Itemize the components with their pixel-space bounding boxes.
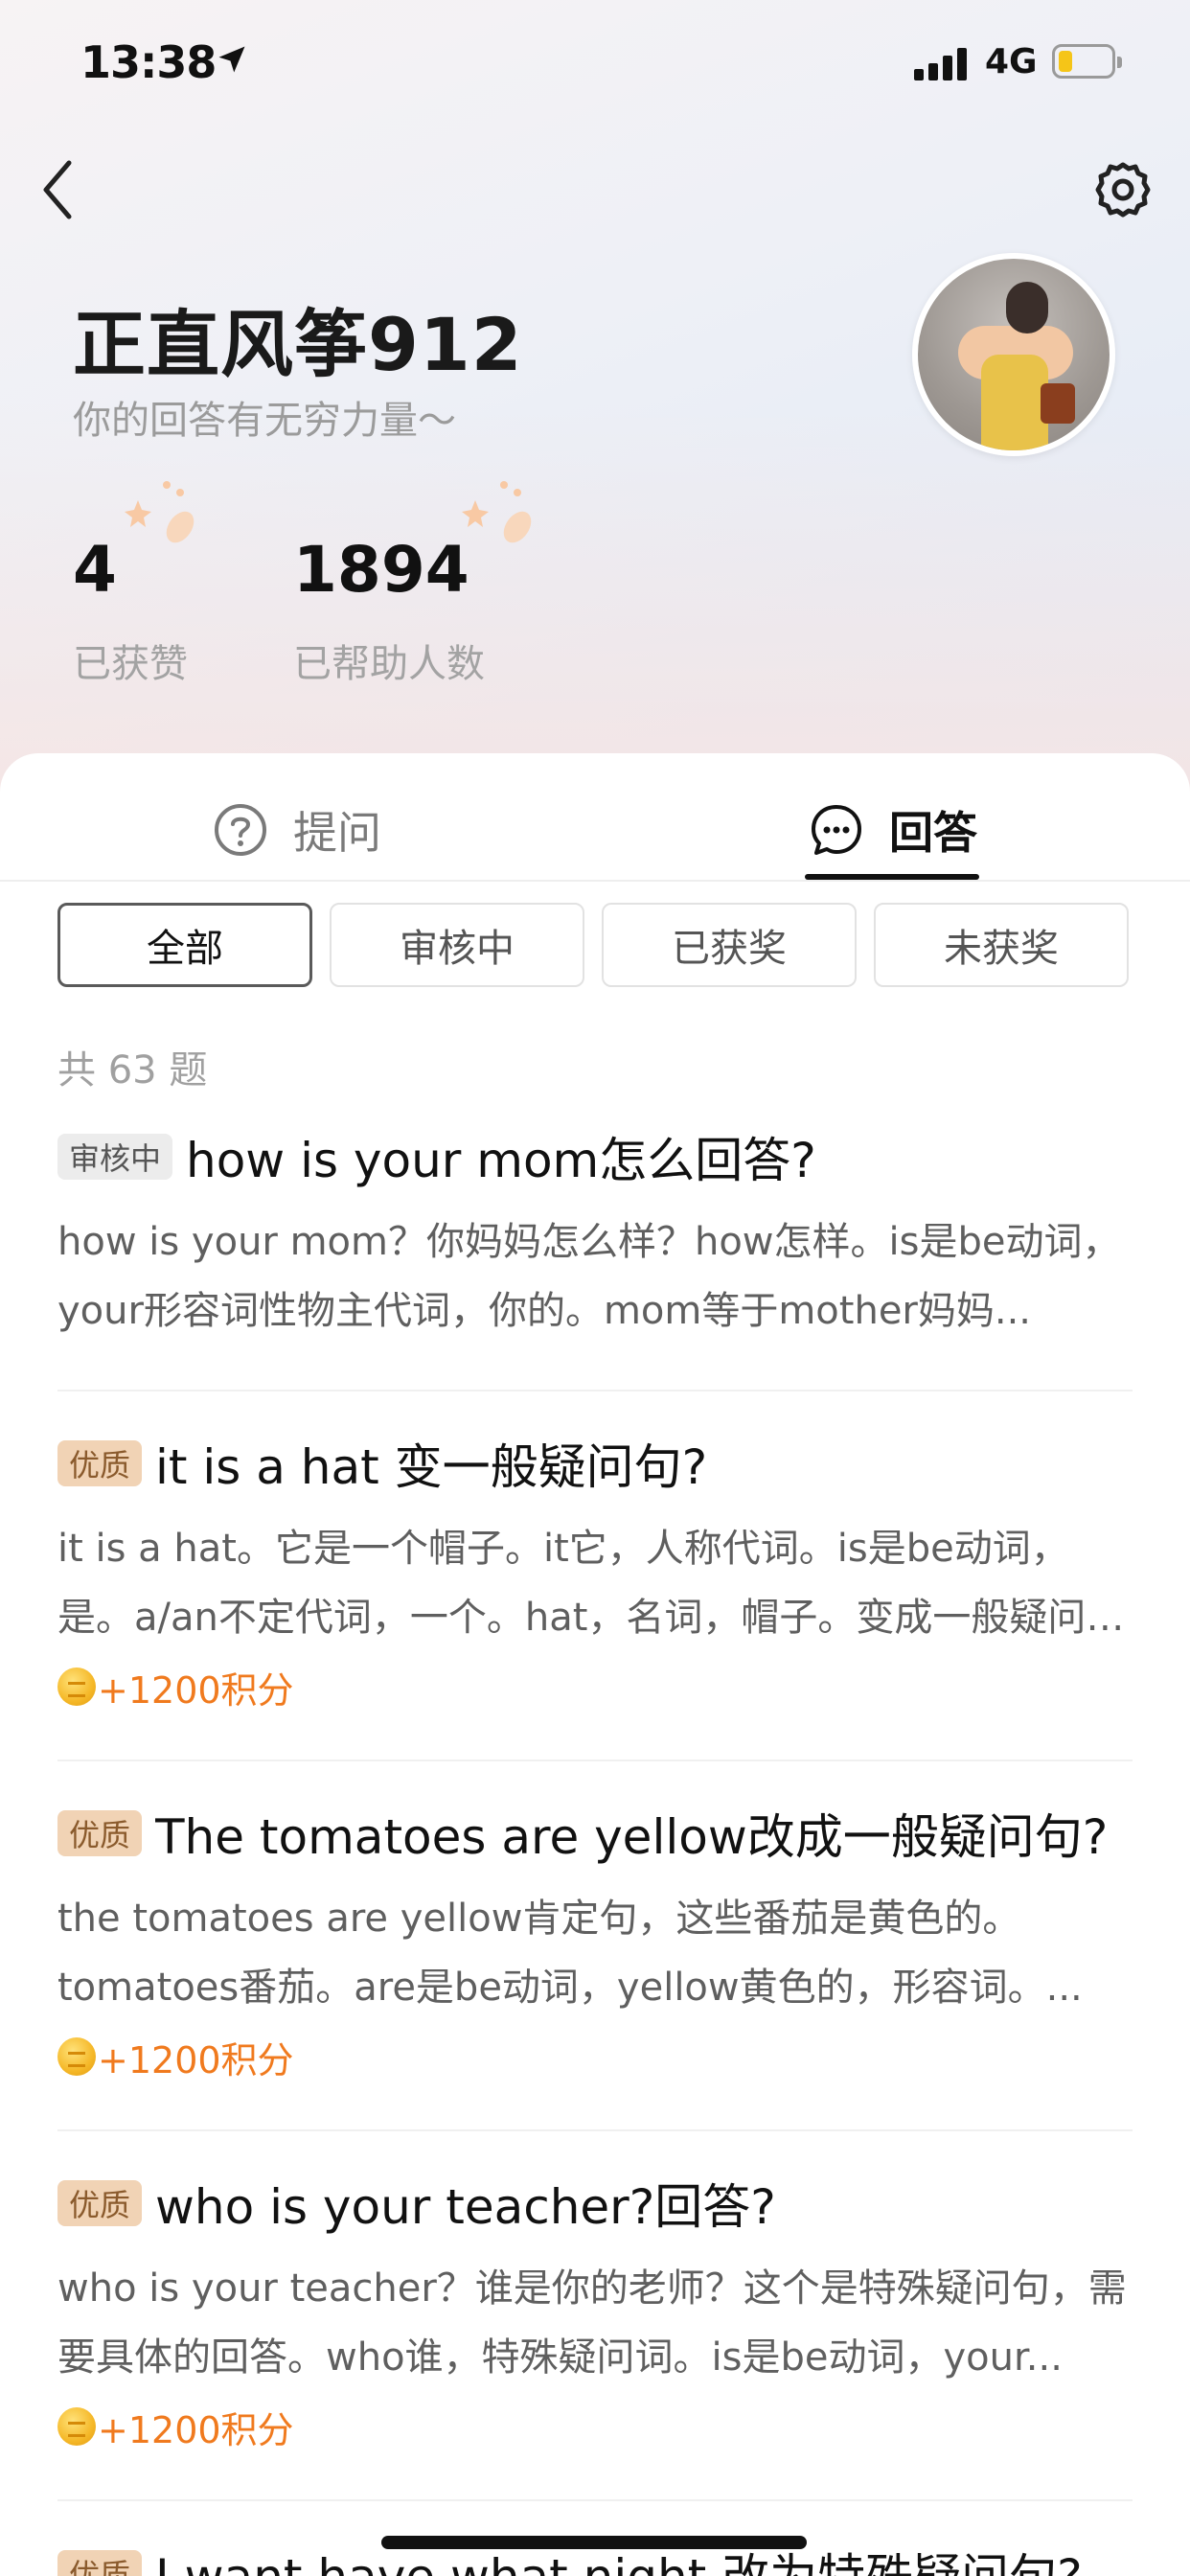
divider (57, 1760, 1133, 1761)
likes-count: 4 (73, 533, 117, 607)
back-arrow-icon[interactable] (34, 155, 88, 224)
reward-points: +1200积分 (98, 2038, 294, 2082)
helped-label: 已帮助人数 (293, 642, 485, 686)
quality-badge: 优质 (57, 1810, 143, 1856)
filter-not-awarded-button[interactable]: 未获奖 (874, 903, 1129, 987)
home-indicator[interactable] (381, 2536, 807, 2549)
reward-points: +1200积分 (98, 2408, 294, 2451)
quality-badge: 优质 (57, 2180, 143, 2226)
cellular-signal-icon (914, 46, 968, 80)
status-time: 13:38 (80, 36, 217, 88)
filter-reviewing-button[interactable]: 审核中 (330, 903, 584, 987)
content-card: 提问 回答 全部 审核中 已获奖 未获奖 共 63 题 审核中 how is y… (0, 753, 1190, 2576)
user-name: 正直风筝912 (73, 302, 523, 387)
coin-icon (57, 2407, 96, 2446)
tab-answers-label: 回答 (889, 807, 977, 859)
answer-snippet: it is a hat。它是一个帽子。it它，人称代词。is是be动词，是。a/… (57, 1527, 1087, 1640)
quality-badge: 优质 (57, 1440, 143, 1486)
coin-icon (57, 1668, 96, 1706)
tab-questions[interactable]: 提问 (213, 782, 381, 878)
question-title: The tomatoes are yellow改成一般疑问句? (155, 1809, 1109, 1865)
helped-count: 1894 (293, 533, 469, 607)
answer-snippet: who is your teacher？谁是你的老师？这个是特殊疑问句，需要具体… (57, 2266, 1127, 2380)
divider (57, 2129, 1133, 2131)
sparkle-decoration-icon (125, 481, 195, 543)
question-title: who is your teacher?回答? (155, 2179, 776, 2235)
total-count: 共 63 题 (57, 1048, 208, 1092)
question-circle-icon (215, 804, 266, 856)
tab-answers[interactable]: 回答 (809, 782, 977, 878)
gear-icon[interactable] (1092, 159, 1154, 220)
question-title: how is your mom怎么回答? (186, 1133, 816, 1188)
tab-questions-label: 提问 (293, 807, 381, 859)
reward-points: +1200积分 (98, 1668, 294, 1712)
divider (57, 1390, 1133, 1392)
status-badge: 审核中 (57, 1134, 173, 1180)
answer-snippet: how is your mom？你妈妈怎么样？how怎样。is是be动词，you… (57, 1220, 1121, 1333)
avatar[interactable] (912, 253, 1115, 456)
filter-all-button[interactable]: 全部 (57, 903, 312, 987)
list-item[interactable]: 优质 The tomatoes are yellow改成一般疑问句? the t… (57, 1800, 1133, 2085)
coin-icon (57, 2037, 96, 2076)
likes-label: 已获赞 (73, 642, 188, 686)
status-bar: 13:38 4G (0, 0, 1190, 130)
divider (0, 880, 1190, 882)
battery-icon (1052, 44, 1122, 79)
location-arrow-icon (218, 46, 245, 73)
list-item[interactable]: 优质 who is your teacher?回答? who is your t… (57, 2170, 1133, 2455)
list-item[interactable]: 审核中 how is your mom怎么回答? how is your mom… (57, 1123, 1133, 1346)
quality-badge: 优质 (57, 2550, 143, 2576)
network-type: 4G (985, 42, 1038, 81)
filter-awarded-button[interactable]: 已获奖 (602, 903, 857, 987)
answer-snippet: the tomatoes are yellow肯定句，这些番茄是黄色的。toma… (57, 1897, 1083, 2010)
divider (57, 2499, 1133, 2501)
list-item[interactable]: 优质 it is a hat 变一般疑问句? it is a hat。它是一个帽… (57, 1430, 1133, 1715)
chat-bubble-icon (812, 805, 861, 855)
user-motto: 你的回答有无穷力量～ (73, 399, 456, 443)
question-title: it is a hat 变一般疑问句? (155, 1439, 708, 1495)
